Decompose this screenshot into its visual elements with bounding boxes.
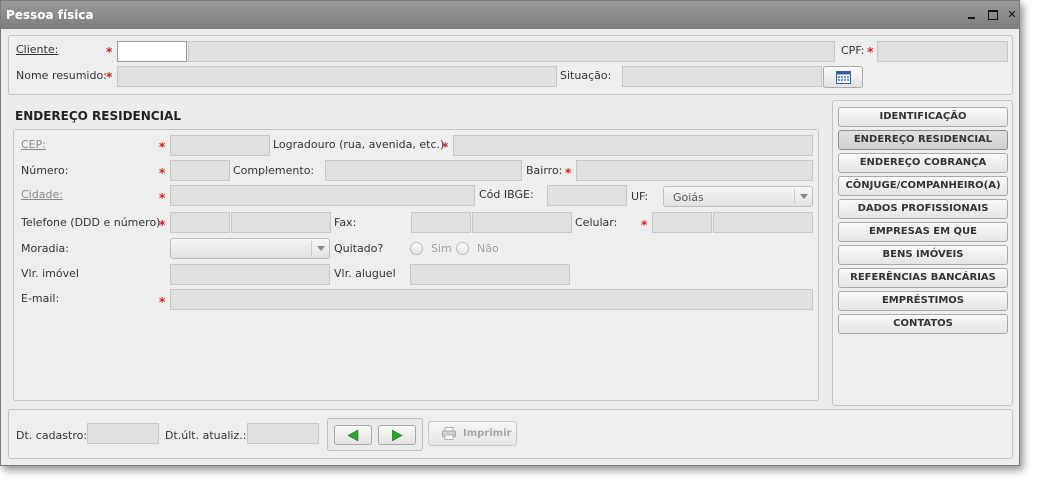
- cidade-label[interactable]: Cidade:: [21, 188, 63, 201]
- nav-contatos-button[interactable]: CONTATOS: [838, 314, 1008, 334]
- cpf-input[interactable]: [877, 41, 1008, 62]
- chevron-down-icon[interactable]: [311, 241, 329, 256]
- print-button-label: Imprimir: [463, 428, 512, 439]
- nav-endereco-cobranca-button[interactable]: ENDEREÇO COBRANÇA: [838, 153, 1008, 173]
- sim-radio[interactable]: [410, 242, 423, 255]
- bairro-input[interactable]: [576, 160, 813, 181]
- arrow-left-icon: [348, 430, 359, 441]
- uf-label: UF:: [631, 190, 649, 203]
- minimize-icon[interactable]: [966, 9, 978, 21]
- chevron-down-icon[interactable]: [794, 189, 812, 204]
- cpf-label: CPF:: [841, 44, 865, 57]
- fax-ddd-input[interactable]: [411, 212, 471, 233]
- required-mark: *: [565, 166, 572, 180]
- email-input[interactable]: [170, 289, 813, 310]
- nao-radio[interactable]: [456, 242, 469, 255]
- required-mark: *: [106, 70, 113, 84]
- cliente-code-input[interactable]: [117, 41, 187, 62]
- nav-endereco-residencial-button[interactable]: ENDEREÇO RESIDENCIAL: [838, 130, 1008, 150]
- title-bar[interactable]: Pessoa física ✕: [1, 1, 1019, 29]
- logradouro-input[interactable]: [453, 135, 813, 156]
- situacao-label: Situação:: [560, 69, 612, 82]
- print-button[interactable]: Imprimir: [428, 421, 517, 446]
- telefone-ddd-input[interactable]: [170, 212, 230, 233]
- vlr-aluguel-label: Vlr. aluguel: [334, 267, 396, 280]
- nav-emprestimos-button[interactable]: EMPRÉSTIMOS: [838, 291, 1008, 311]
- dt-cadastro-label: Dt. cadastro:: [16, 429, 88, 442]
- nav-conjuge-button[interactable]: CÔNJUGE/COMPANHEIRO(A): [838, 176, 1008, 196]
- situacao-input[interactable]: [622, 66, 822, 87]
- complemento-label: Complemento:: [233, 164, 315, 177]
- logradouro-label: Logradouro (rua, avenida, etc.): [273, 138, 445, 151]
- telefone-numero-input[interactable]: [231, 212, 331, 233]
- pessoa-fisica-window: Pessoa física ✕ Cliente: * CPF: * Nome r…: [0, 0, 1020, 466]
- maximize-icon[interactable]: [987, 9, 999, 21]
- moradia-select[interactable]: [170, 238, 330, 259]
- nav-referencias-bancarias-button[interactable]: REFERÊNCIAS BANCÁRIAS: [838, 268, 1008, 288]
- quitado-label: Quitado?: [334, 242, 384, 255]
- window-title: Pessoa física: [6, 8, 94, 22]
- next-button[interactable]: [378, 425, 416, 445]
- celular-ddd-input[interactable]: [652, 212, 712, 233]
- telefone-label: Telefone (DDD e número):: [21, 216, 165, 229]
- numero-input[interactable]: [170, 160, 230, 181]
- nao-radio-label: Não: [477, 242, 499, 255]
- calendar-button[interactable]: [823, 66, 863, 88]
- previous-button[interactable]: [334, 425, 372, 445]
- fax-numero-input[interactable]: [472, 212, 572, 233]
- required-mark: *: [159, 140, 166, 154]
- sim-radio-label: Sim: [431, 242, 452, 255]
- cep-label[interactable]: CEP:: [21, 138, 46, 151]
- email-label: E-mail:: [21, 292, 60, 305]
- cliente-label[interactable]: Cliente:: [16, 43, 58, 56]
- dt-cadastro-input[interactable]: [87, 423, 159, 444]
- dt-ult-atualiz-label: Dt.últ. atualiz.:: [165, 429, 247, 442]
- cidade-input[interactable]: [170, 185, 475, 206]
- required-mark: *: [159, 166, 166, 180]
- complemento-input[interactable]: [325, 160, 522, 181]
- close-icon[interactable]: ✕: [1006, 9, 1018, 21]
- required-mark: *: [442, 140, 449, 154]
- uf-select[interactable]: Goiás: [663, 186, 813, 207]
- required-mark: *: [159, 295, 166, 309]
- calendar-icon: [836, 71, 851, 84]
- uf-selected-value: Goiás: [673, 191, 704, 204]
- nav-bens-imoveis-button[interactable]: BENS IMÓVEIS: [838, 245, 1008, 265]
- required-mark: *: [641, 218, 648, 232]
- required-mark: *: [159, 218, 166, 232]
- nome-resumido-input[interactable]: [117, 66, 557, 87]
- nav-dados-profissionais-button[interactable]: DADOS PROFISSIONAIS: [838, 199, 1008, 219]
- arrow-right-icon: [392, 430, 403, 441]
- nav-identificacao-button[interactable]: IDENTIFICAÇÃO: [838, 107, 1008, 127]
- fax-label: Fax:: [334, 216, 357, 229]
- vlr-aluguel-input[interactable]: [410, 264, 570, 285]
- cod-ibge-label: Cód IBGE:: [479, 188, 534, 201]
- dt-ult-atualiz-input[interactable]: [247, 423, 319, 444]
- required-mark: *: [867, 45, 874, 59]
- required-mark: *: [106, 45, 113, 59]
- nome-resumido-label: Nome resumido:: [16, 69, 107, 82]
- numero-label: Número:: [21, 164, 69, 177]
- nav-empresas-button[interactable]: EMPRESAS EM QUE PARTICIPA: [838, 222, 1008, 255]
- bairro-label: Bairro:: [526, 164, 563, 177]
- vlr-imovel-label: Vlr. imóvel: [21, 267, 79, 280]
- celular-numero-input[interactable]: [713, 212, 813, 233]
- vlr-imovel-input[interactable]: [170, 264, 330, 285]
- cep-input[interactable]: [170, 135, 270, 156]
- cod-ibge-input[interactable]: [547, 185, 627, 206]
- moradia-label: Moradia:: [21, 242, 69, 255]
- section-title: ENDEREÇO RESIDENCIAL: [15, 109, 181, 123]
- required-mark: *: [159, 191, 166, 205]
- celular-label: Celular:: [575, 216, 618, 229]
- printer-icon: [442, 427, 456, 440]
- cliente-name-input[interactable]: [188, 41, 835, 62]
